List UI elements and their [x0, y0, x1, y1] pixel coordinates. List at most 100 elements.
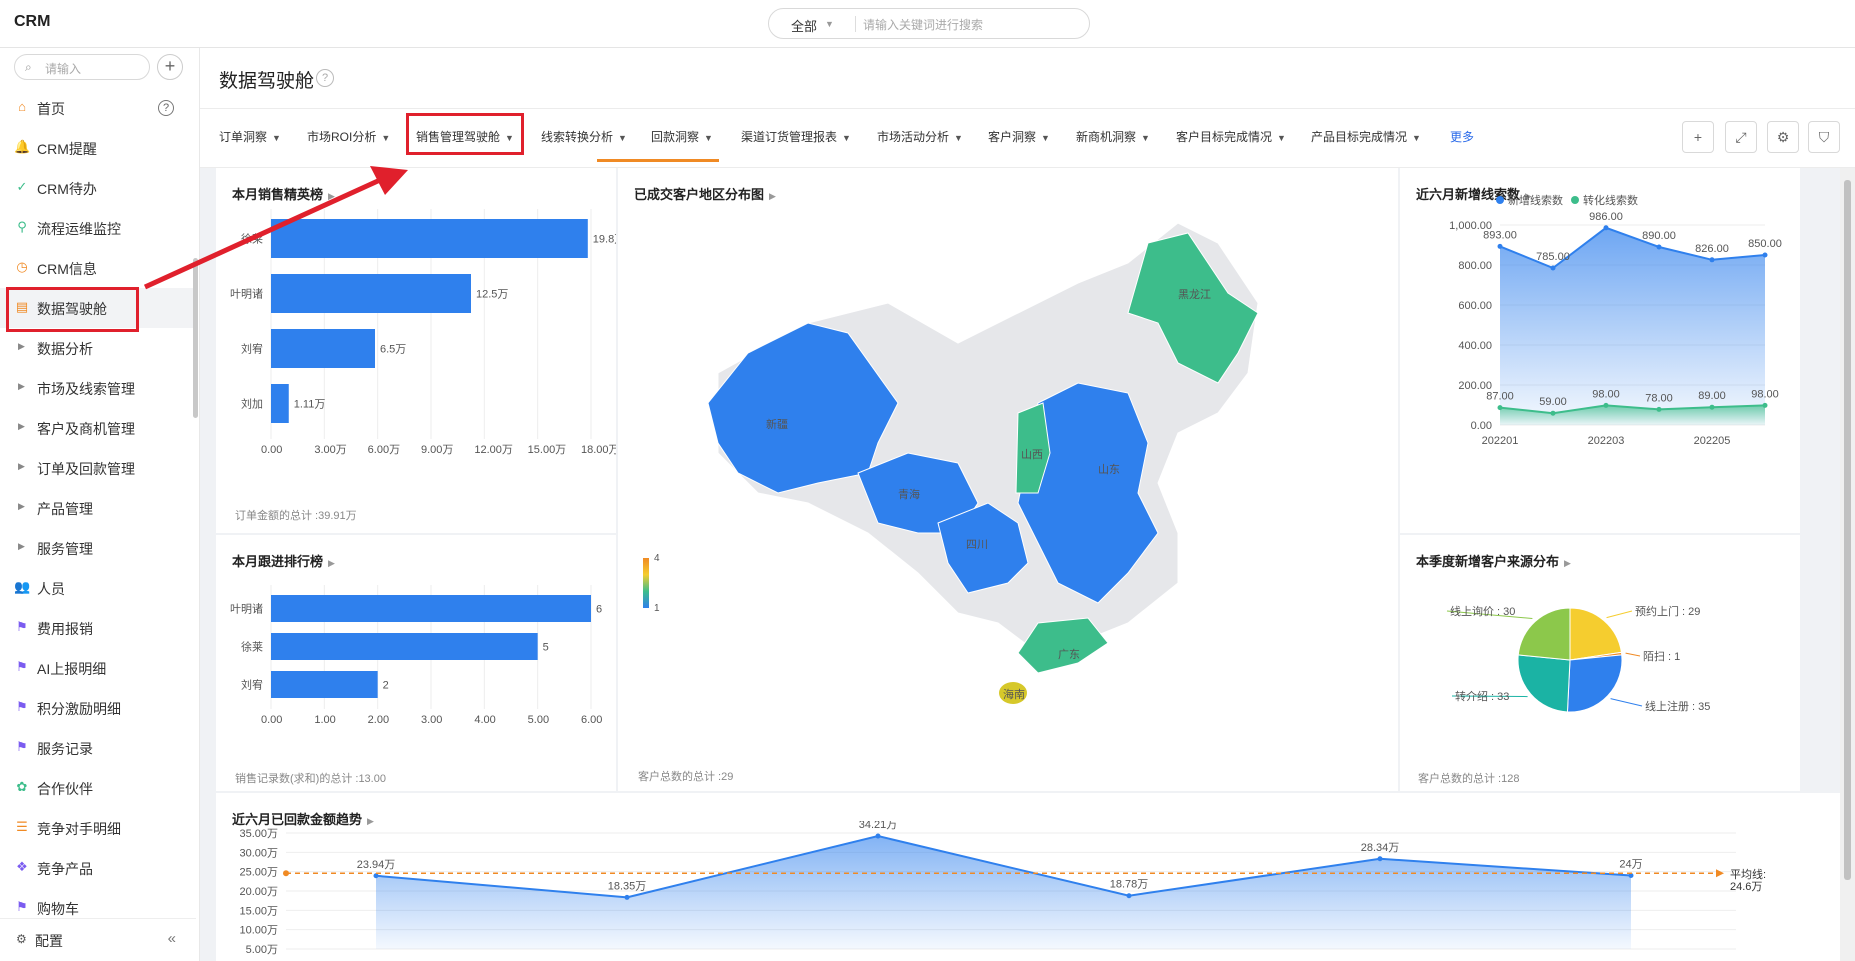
chevron-down-icon: ▼	[272, 133, 281, 143]
data-point[interactable]	[1656, 406, 1662, 412]
caret-right-icon: ▶	[18, 541, 25, 551]
pie-label: 线上注册 : 35	[1645, 699, 1710, 713]
sidebar-item-7[interactable]: ▶ 市场及线索管理	[0, 368, 196, 408]
bar[interactable]	[271, 329, 375, 368]
collapse-icon[interactable]: «	[168, 930, 176, 947]
main-scrollbar[interactable]	[1840, 168, 1855, 961]
sidebar-item-0[interactable]: ⌂ 首页?	[0, 88, 196, 128]
chevron-down-icon[interactable]: ▼	[825, 19, 834, 29]
pie-slice[interactable]	[1566, 654, 1623, 713]
tab-6[interactable]: 市场活动分析 ▼	[877, 128, 963, 145]
region-map-footer: 客户总数的总计 :29	[638, 771, 734, 783]
x-tick-label: 15.00万	[528, 444, 567, 456]
data-point[interactable]	[1762, 252, 1768, 258]
data-point[interactable]	[1377, 856, 1383, 862]
sidebar-item-4[interactable]: ◷ CRM信息	[0, 248, 196, 288]
tab-more[interactable]: 更多	[1450, 128, 1474, 145]
category-label: 徐莱	[241, 640, 263, 654]
data-point[interactable]	[1497, 243, 1503, 249]
data-point[interactable]	[1656, 244, 1662, 250]
global-search[interactable]: 全部 ▼ 请输入关键词进行搜索	[768, 8, 1090, 39]
tab-label: 新商机洞察	[1076, 130, 1137, 144]
sidebar-item-14[interactable]: ⚑ AI上报明细	[0, 648, 196, 688]
data-point[interactable]	[1550, 265, 1556, 271]
sidebar-item-2[interactable]: ✓ CRM待办	[0, 168, 196, 208]
data-point[interactable]	[1497, 405, 1503, 411]
tab-label: 线索转换分析	[541, 130, 614, 144]
search-input[interactable]: 请输入关键词进行搜索	[863, 16, 983, 33]
data-point[interactable]	[1762, 402, 1768, 408]
region-map-title: 已成交客户地区分布图 ▶	[634, 187, 776, 202]
tab-9[interactable]: 客户目标完成情况 ▼	[1176, 128, 1286, 145]
gear-icon[interactable]: ⚙	[1767, 121, 1799, 153]
sidebar-item-17[interactable]: ✿ 合作伙伴	[0, 768, 196, 808]
tab-3[interactable]: 线索转换分析 ▼	[541, 128, 627, 145]
point-label: 59.00	[1539, 396, 1567, 408]
pie-slice[interactable]	[1517, 654, 1571, 713]
sidebar-item-15[interactable]: ⚑ 积分激励明细	[0, 688, 196, 728]
sidebar-item-13[interactable]: ⚑ 费用报销	[0, 608, 196, 648]
category-label: 刘宥	[241, 342, 263, 356]
data-point[interactable]	[1603, 225, 1609, 231]
sidebar-item-18[interactable]: ☰ 竞争对手明细	[0, 808, 196, 848]
sidebar-search-input[interactable]: ⌕ 请输入	[14, 54, 150, 80]
add-icon[interactable]: +	[1682, 121, 1714, 153]
sidebar-item-3[interactable]: ⚲ 流程运维监控	[0, 208, 196, 248]
bar[interactable]	[271, 384, 289, 423]
sidebar-item-12[interactable]: 👥 人员	[0, 568, 196, 608]
tab-10[interactable]: 产品目标完成情况 ▼	[1311, 128, 1421, 145]
bar-value-label: 6	[596, 604, 602, 616]
data-point[interactable]	[373, 873, 379, 879]
sidebar-item-1[interactable]: 🔔 CRM提醒	[0, 128, 196, 168]
data-point[interactable]	[1550, 410, 1556, 416]
sidebar-item-16[interactable]: ⚑ 服务记录	[0, 728, 196, 768]
data-point[interactable]	[1709, 257, 1715, 263]
data-point[interactable]	[624, 894, 630, 900]
scrollbar-thumb[interactable]	[1844, 180, 1851, 880]
point-label: 78.00	[1645, 392, 1673, 404]
y-tick-label: 10.00万	[239, 925, 278, 937]
chevron-down-icon: ▼	[842, 133, 851, 143]
config-link[interactable]: 配置	[35, 931, 63, 951]
settings-icon: ⚙	[16, 932, 27, 946]
help-icon[interactable]: ?	[316, 69, 334, 87]
sidebar-item-19[interactable]: ❖ 竞争产品	[0, 848, 196, 888]
tab-5[interactable]: 渠道订货管理报表 ▼	[741, 128, 851, 145]
bar[interactable]	[271, 274, 471, 313]
data-point[interactable]	[1603, 402, 1609, 408]
map-label: 广东	[1058, 648, 1080, 661]
bar[interactable]	[271, 595, 591, 622]
bar[interactable]	[271, 633, 538, 660]
x-tick-label: 1.00	[314, 714, 335, 726]
leads-card: 近六月新增线索数 ▶ 新增线索数 转化线索数 0.00 200.00 400.00 600.…	[1400, 168, 1800, 533]
data-point[interactable]	[875, 833, 881, 839]
tab-0[interactable]: 订单洞察 ▼	[219, 128, 281, 145]
sidebar-item-8[interactable]: ▶ 客户及商机管理	[0, 408, 196, 448]
tab-7[interactable]: 客户洞察 ▼	[988, 128, 1050, 145]
point-label: 850.00	[1748, 238, 1782, 250]
bar-value-label: 19.8万	[593, 234, 616, 246]
data-point[interactable]	[1709, 404, 1715, 410]
tab-8[interactable]: 新商机洞察 ▼	[1076, 128, 1150, 145]
fullscreen-icon[interactable]: ⤢	[1725, 121, 1757, 153]
bar[interactable]	[271, 219, 588, 258]
tab-label: 客户目标完成情况	[1176, 130, 1273, 144]
bar[interactable]	[271, 671, 378, 698]
sidebar-item-9[interactable]: ▶ 订单及回款管理	[0, 448, 196, 488]
data-point[interactable]	[1126, 893, 1132, 899]
sidebar-item-label: CRM提醒	[37, 141, 97, 157]
help-icon[interactable]: ?	[158, 100, 174, 116]
dashboard-area: 本月销售精英榜 ▶ 0.00 3.00万 6.00万 9.00万 12.00万 15.00万…	[200, 168, 1855, 961]
add-menu-button[interactable]: +	[157, 54, 183, 80]
search-scope-select[interactable]: 全部	[791, 16, 817, 35]
x-tick-label: 6.00	[581, 714, 602, 726]
sidebar-scrollbar[interactable]	[193, 258, 198, 418]
tab-4[interactable]: 回款洞察 ▼	[651, 128, 713, 145]
pie-slice[interactable]	[1517, 607, 1571, 661]
sidebar-item-10[interactable]: ▶ 产品管理	[0, 488, 196, 528]
sidebar-item-6[interactable]: ▶ 数据分析	[0, 328, 196, 368]
tab-1[interactable]: 市场ROI分析 ▼	[307, 128, 390, 145]
shield-icon[interactable]: ⛉	[1808, 121, 1840, 153]
map-label: 青海	[898, 487, 920, 501]
sidebar-item-11[interactable]: ▶ 服务管理	[0, 528, 196, 568]
